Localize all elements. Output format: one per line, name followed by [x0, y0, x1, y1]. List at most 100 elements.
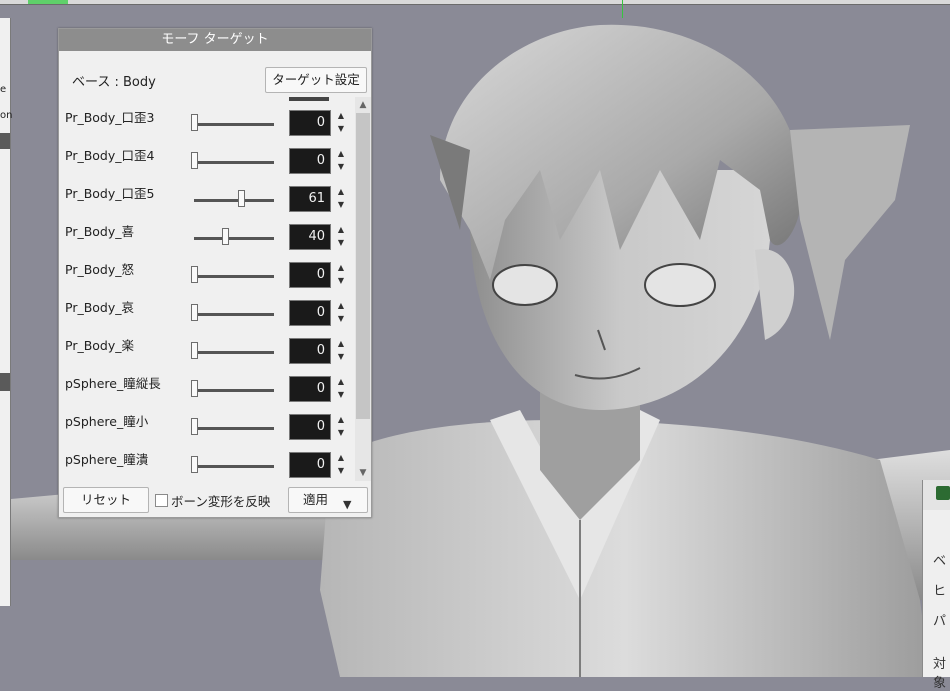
- spin-up-arrow-icon[interactable]: ▲: [334, 452, 348, 464]
- morph-row: Pr_Body_喜 40 ▲ ▼: [59, 211, 355, 250]
- right-panel-text: ヒ: [933, 584, 947, 599]
- morph-slider-track[interactable]: [194, 465, 274, 468]
- morph-name: Pr_Body_楽: [65, 338, 135, 353]
- morph-name: Pr_Body_口歪4: [65, 148, 155, 163]
- morph-slider-track[interactable]: [194, 351, 274, 354]
- morph-slider-track[interactable]: [194, 123, 274, 126]
- morph-slider-thumb[interactable]: [191, 114, 198, 131]
- morph-value-input[interactable]: 0: [289, 414, 331, 440]
- morph-value-spinner[interactable]: ▲ ▼: [334, 110, 348, 136]
- morph-slider-track[interactable]: [194, 237, 274, 240]
- morph-name: pSphere_瞳小: [65, 414, 149, 429]
- morph-value-spinner[interactable]: ▲ ▼: [334, 262, 348, 288]
- spin-up-arrow-icon[interactable]: ▲: [334, 414, 348, 426]
- spin-down-arrow-icon[interactable]: ▼: [334, 389, 348, 401]
- spin-down-arrow-icon[interactable]: ▼: [334, 313, 348, 325]
- morph-row: pSphere_瞳小 0 ▲ ▼: [59, 401, 355, 440]
- morph-name: pSphere_瞳潰: [65, 452, 149, 467]
- spin-down-arrow-icon[interactable]: ▼: [334, 351, 348, 363]
- morph-slider-thumb[interactable]: [191, 152, 198, 169]
- spin-down-arrow-icon[interactable]: ▼: [334, 161, 348, 173]
- morph-name: Pr_Body_口歪5: [65, 186, 155, 201]
- morph-name: Pr_Body_口歪3: [65, 110, 155, 125]
- scroll-down-arrow-icon[interactable]: ▼: [355, 465, 371, 481]
- spin-up-arrow-icon[interactable]: ▲: [334, 338, 348, 350]
- morph-row: pSphere_瞳潰 0 ▲ ▼: [59, 439, 355, 478]
- app-icon: [936, 486, 950, 500]
- morph-slider-thumb[interactable]: [237, 190, 245, 207]
- morph-name: Pr_Body_哀: [65, 300, 135, 315]
- morph-name: Pr_Body_怒: [65, 262, 135, 277]
- morph-slider-track[interactable]: [194, 161, 274, 164]
- background-left-panel: e on: [0, 18, 12, 606]
- morph-value-spinner[interactable]: ▲ ▼: [334, 452, 348, 478]
- morph-value-spinner[interactable]: ▲ ▼: [334, 186, 348, 212]
- spin-up-arrow-icon[interactable]: ▲: [334, 376, 348, 388]
- morph-slider-thumb[interactable]: [191, 380, 198, 397]
- dropdown-triangle-icon[interactable]: ▼: [343, 493, 351, 517]
- target-settings-button[interactable]: ターゲット設定: [265, 67, 367, 93]
- spin-up-arrow-icon[interactable]: ▲: [334, 300, 348, 312]
- morph-slider-track[interactable]: [194, 275, 274, 278]
- morph-row: Pr_Body_哀 0 ▲ ▼: [59, 287, 355, 326]
- morph-row: Pr_Body_楽 0 ▲ ▼: [59, 325, 355, 364]
- morph-target-panel: モーフ ターゲット ベース : Body ターゲット設定 Pr_Body_口歪3…: [58, 28, 372, 518]
- morph-slider-thumb[interactable]: [191, 456, 198, 473]
- bone-deform-checkbox[interactable]: [155, 494, 168, 507]
- morph-value-input[interactable]: 0: [289, 110, 331, 136]
- morph-value-input[interactable]: 0: [289, 376, 331, 402]
- spin-down-arrow-icon[interactable]: ▼: [334, 123, 348, 135]
- morph-slider-thumb[interactable]: [191, 304, 198, 321]
- morph-value-input[interactable]: 40: [289, 224, 331, 250]
- spin-up-arrow-icon[interactable]: ▲: [334, 262, 348, 274]
- spin-down-arrow-icon[interactable]: ▼: [334, 199, 348, 211]
- background-right-panel: ベ ヒ パ 対象: [922, 480, 950, 691]
- morph-value-spinner[interactable]: ▲ ▼: [334, 376, 348, 402]
- panel-title[interactable]: モーフ ターゲット: [59, 29, 371, 51]
- spin-down-arrow-icon[interactable]: ▼: [334, 465, 348, 477]
- scroll-up-arrow-icon[interactable]: ▲: [355, 97, 371, 113]
- panel-divider: [0, 133, 10, 149]
- morph-value-spinner[interactable]: ▲ ▼: [334, 224, 348, 250]
- morph-value-input[interactable]: 0: [289, 148, 331, 174]
- right-panel-text: ベ: [933, 554, 947, 569]
- morph-slider-thumb[interactable]: [191, 266, 198, 283]
- morph-value-input[interactable]: 0: [289, 452, 331, 478]
- spin-up-arrow-icon[interactable]: ▲: [334, 148, 348, 160]
- spin-up-arrow-icon[interactable]: ▲: [334, 224, 348, 236]
- spin-down-arrow-icon[interactable]: ▼: [334, 237, 348, 249]
- morph-slider-track[interactable]: [194, 199, 274, 202]
- apply-button-label: 適用: [303, 492, 329, 507]
- right-panel-text: 対象: [933, 657, 947, 691]
- spin-up-arrow-icon[interactable]: ▲: [334, 110, 348, 122]
- morph-value-input[interactable]: 0: [289, 300, 331, 326]
- morph-value-spinner[interactable]: ▲ ▼: [334, 414, 348, 440]
- morph-slider-thumb[interactable]: [191, 418, 198, 435]
- right-panel-text: パ: [933, 614, 947, 629]
- morph-value-spinner[interactable]: ▲ ▼: [334, 148, 348, 174]
- spin-down-arrow-icon[interactable]: ▼: [334, 275, 348, 287]
- morph-slider-track[interactable]: [194, 389, 274, 392]
- morph-name: pSphere_瞳縦長: [65, 376, 161, 391]
- morph-value-input[interactable]: 0: [289, 262, 331, 288]
- morph-slider-track[interactable]: [194, 313, 274, 316]
- morph-row: pSphere_瞳縦長 0 ▲ ▼: [59, 363, 355, 402]
- morph-value-input[interactable]: 0: [289, 338, 331, 364]
- active-tab-indicator: [28, 0, 68, 4]
- morph-name: Pr_Body_喜: [65, 224, 135, 239]
- morph-value-spinner[interactable]: ▲ ▼: [334, 300, 348, 326]
- y-axis-line: [622, 0, 623, 18]
- morph-list-scrollbar[interactable]: ▲ ▼: [355, 97, 371, 481]
- morph-slider-thumb[interactable]: [221, 228, 229, 245]
- morph-slider-track[interactable]: [194, 427, 274, 430]
- morph-slider-thumb[interactable]: [191, 342, 198, 359]
- morph-row: Pr_Body_口歪4 0 ▲ ▼: [59, 135, 355, 174]
- morph-value-input[interactable]: 61: [289, 186, 331, 212]
- spin-down-arrow-icon[interactable]: ▼: [334, 427, 348, 439]
- reset-button[interactable]: リセット: [63, 487, 149, 513]
- apply-button[interactable]: 適用 ▼: [288, 487, 368, 513]
- morph-row: Pr_Body_口歪5 61 ▲ ▼: [59, 173, 355, 212]
- scrollbar-thumb[interactable]: [356, 113, 370, 419]
- spin-up-arrow-icon[interactable]: ▲: [334, 186, 348, 198]
- morph-value-spinner[interactable]: ▲ ▼: [334, 338, 348, 364]
